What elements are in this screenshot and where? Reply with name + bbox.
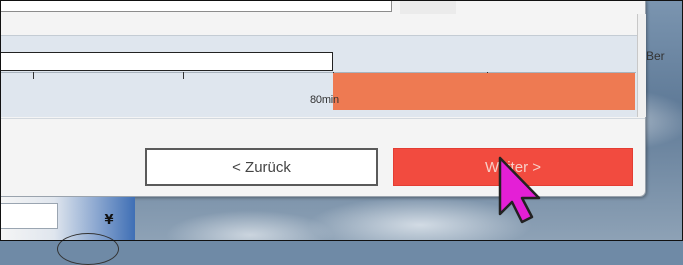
panel-scroll-strip[interactable] (637, 14, 646, 117)
back-button[interactable]: < Zurück (145, 148, 378, 186)
mouse-pointer-icon (498, 156, 541, 224)
top-field-button[interactable] (400, 0, 456, 14)
timeline-empty-bar (0, 52, 333, 71)
dialog-separator (0, 118, 645, 119)
wizard-dialog: 80min < Zurück Weiter > (0, 0, 646, 197)
dropdown-arrow-icon: ¥ (104, 212, 114, 228)
cut-off-label: Ber (646, 49, 665, 63)
bottom-round-button[interactable] (57, 233, 119, 265)
timeline-tick (33, 72, 34, 79)
timeline-fill-bar (333, 73, 635, 110)
combo-input[interactable] (0, 203, 58, 229)
timeline-time-label: 80min (310, 94, 339, 106)
timeline-panel-border (0, 35, 645, 36)
combo-dropdown-button[interactable]: ¥ (95, 210, 123, 230)
timeline-tick (183, 72, 184, 79)
top-text-field[interactable] (0, 0, 392, 12)
